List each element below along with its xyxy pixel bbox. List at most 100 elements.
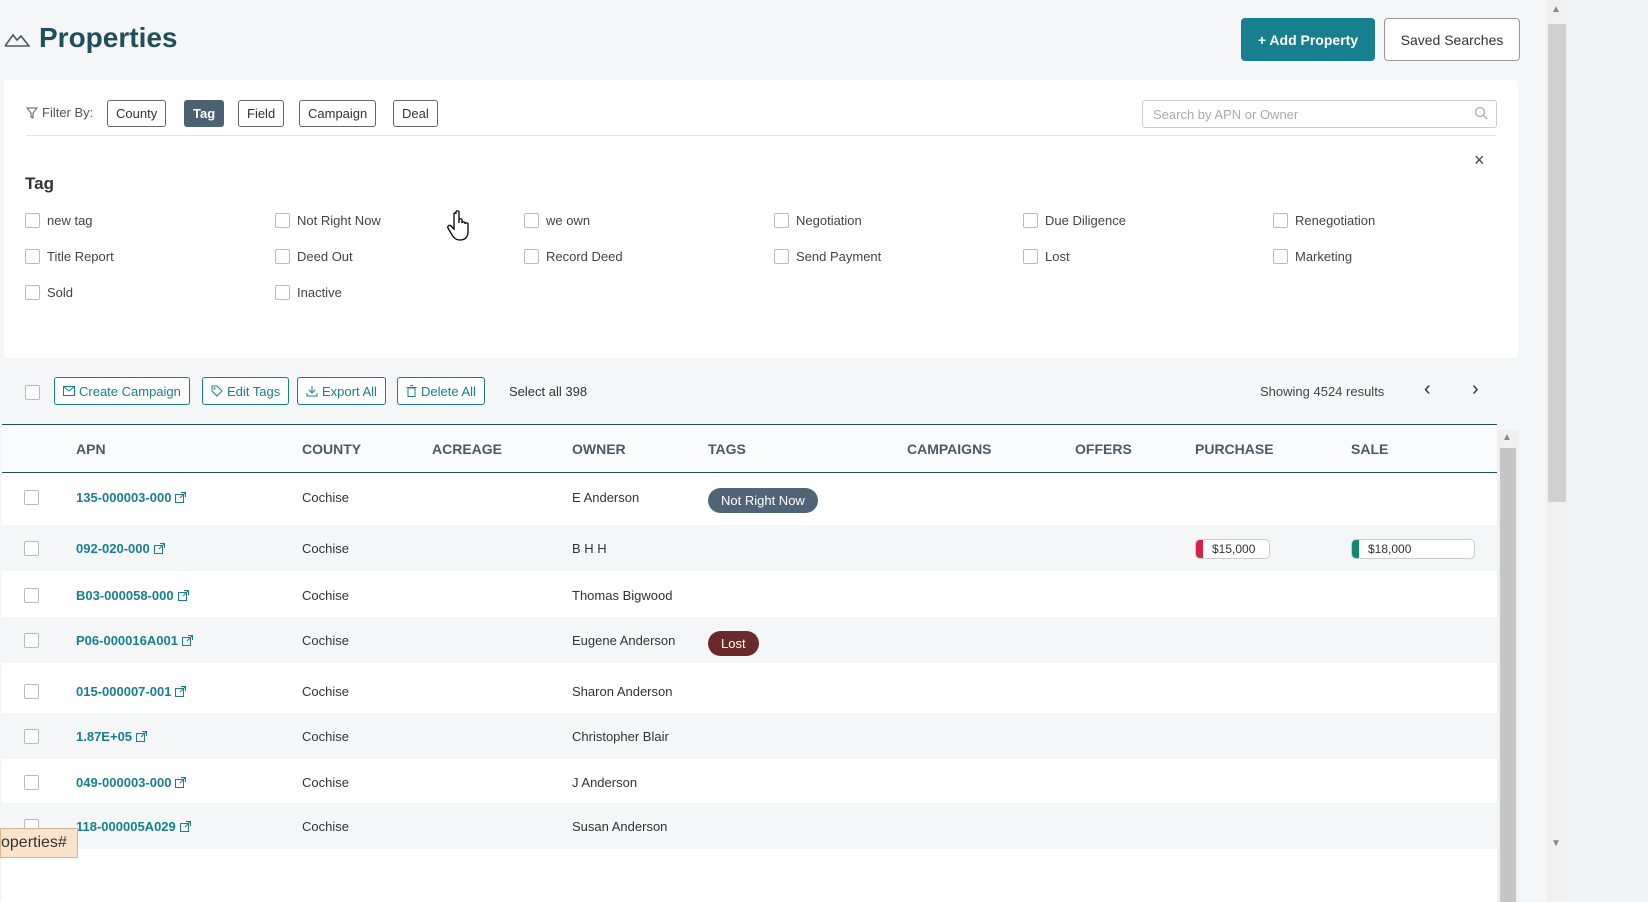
column-header-owner[interactable]: OWNER <box>572 441 626 457</box>
table-row[interactable]: B03-000058-000 Cochise Thomas Bigwood <box>2 572 1497 618</box>
delete-all-button[interactable]: Delete All <box>397 377 485 405</box>
select-all-checkbox[interactable] <box>25 385 40 400</box>
table-row[interactable]: 118-000005A029 Cochise Susan Anderson <box>2 803 1497 849</box>
row-checkbox[interactable] <box>24 588 39 603</box>
table-scrollbar[interactable]: ▲ <box>1497 430 1519 902</box>
apn-text: P06-000016A001 <box>76 633 178 648</box>
column-header-county[interactable]: COUNTY <box>302 441 361 457</box>
tag-option[interactable]: Lost <box>1023 249 1070 264</box>
column-header-apn[interactable]: APN <box>76 441 106 457</box>
checkbox[interactable] <box>1273 249 1288 264</box>
page-scroll-down-icon[interactable]: ▼ <box>1551 838 1561 849</box>
tag-option[interactable]: Marketing <box>1273 249 1352 264</box>
checkbox[interactable] <box>524 213 539 228</box>
filter-chip-tag[interactable]: Tag <box>184 100 225 127</box>
owner-cell: Thomas Bigwood <box>572 588 673 603</box>
apn-text: B03-000058-000 <box>76 588 174 603</box>
column-header-purchase[interactable]: PURCHASE <box>1195 441 1274 457</box>
select-all-link[interactable]: Select all 398 <box>509 384 587 399</box>
column-header-acreage[interactable]: ACREAGE <box>432 441 502 457</box>
table-row[interactable]: 015-000007-001 Cochise Sharon Anderson <box>2 668 1497 714</box>
checkbox[interactable] <box>25 213 40 228</box>
table-row[interactable]: P06-000016A001 Cochise Eugene Anderson L… <box>2 617 1497 663</box>
checkbox[interactable] <box>275 213 290 228</box>
edit-tags-button[interactable]: Edit Tags <box>202 377 290 405</box>
checkbox[interactable] <box>25 285 40 300</box>
checkbox[interactable] <box>1273 213 1288 228</box>
scroll-up-arrow-icon[interactable]: ▲ <box>1502 432 1512 443</box>
search-icon <box>1474 106 1488 120</box>
tag-badge[interactable]: Not Right Now <box>708 488 818 513</box>
tag-badge[interactable]: Lost <box>708 631 759 656</box>
table-row[interactable]: 135-000003-000 Cochise E Anderson Not Ri… <box>2 474 1497 520</box>
checkbox[interactable] <box>1023 249 1038 264</box>
tag-option[interactable]: Deed Out <box>275 249 353 264</box>
export-all-button[interactable]: Export All <box>297 377 386 405</box>
row-checkbox[interactable] <box>24 684 39 699</box>
filter-chip-campaign[interactable]: Campaign <box>299 100 377 127</box>
filter-chip-field[interactable]: Field <box>238 100 285 127</box>
apn-text: 015-000007-001 <box>76 684 172 699</box>
row-checkbox[interactable] <box>24 541 39 556</box>
checkbox[interactable] <box>524 249 539 264</box>
prev-page-icon[interactable]: ‹ <box>1424 378 1431 401</box>
apn-link[interactable]: 1.87E+05 <box>76 729 148 744</box>
table-row[interactable]: 092-020-000 Cochise B H H $15,000 $18,00… <box>2 525 1497 571</box>
column-header-sale[interactable]: SALE <box>1351 441 1388 457</box>
page-scroll-up-icon[interactable]: ▲ <box>1551 4 1561 15</box>
apn-text: 049-000003-000 <box>76 775 172 790</box>
tag-option[interactable]: Renegotiation <box>1273 213 1375 228</box>
purchase-price-field[interactable]: $15,000 <box>1195 539 1270 559</box>
apn-link[interactable]: 118-000005A029 <box>76 819 191 834</box>
county-cell: Cochise <box>302 684 349 699</box>
checkbox[interactable] <box>275 285 290 300</box>
saved-searches-button[interactable]: Saved Searches <box>1384 18 1520 61</box>
tag-option-label: Not Right Now <box>297 213 381 228</box>
apn-link[interactable]: 092-020-000 <box>76 541 165 556</box>
external-link-icon <box>175 686 187 697</box>
checkbox[interactable] <box>1023 213 1038 228</box>
add-property-button[interactable]: + Add Property <box>1241 18 1375 61</box>
apn-link[interactable]: B03-000058-000 <box>76 588 189 603</box>
filter-chip-deal[interactable]: Deal <box>393 100 438 127</box>
tag-option[interactable]: Inactive <box>275 285 342 300</box>
table-scroll-thumb[interactable] <box>1500 448 1516 902</box>
column-header-offers[interactable]: OFFERS <box>1075 441 1132 457</box>
tag-option[interactable]: new tag <box>25 213 93 228</box>
page-scrollbar[interactable]: ▲ ▼ <box>1546 0 1568 902</box>
create-campaign-button[interactable]: Create Campaign <box>54 377 190 405</box>
tag-option[interactable]: Title Report <box>25 249 114 264</box>
checkbox[interactable] <box>25 249 40 264</box>
tag-option[interactable]: we own <box>524 213 590 228</box>
tag-option[interactable]: Sold <box>25 285 73 300</box>
tag-icon <box>211 385 223 397</box>
apn-link[interactable]: 049-000003-000 <box>76 775 187 790</box>
sale-price-field[interactable]: $18,000 <box>1351 539 1475 559</box>
search-input[interactable] <box>1142 100 1497 128</box>
tag-option[interactable]: Record Deed <box>524 249 623 264</box>
checkbox[interactable] <box>774 213 789 228</box>
apn-link[interactable]: P06-000016A001 <box>76 633 193 648</box>
table-row[interactable]: 1.87E+05 Cochise Christopher Blair <box>2 713 1497 759</box>
tag-option[interactable]: Send Payment <box>774 249 881 264</box>
row-checkbox[interactable] <box>24 490 39 505</box>
trash-icon <box>406 385 417 397</box>
apn-link[interactable]: 015-000007-001 <box>76 684 187 699</box>
table-row[interactable]: 049-000003-000 Cochise J Anderson <box>2 759 1497 805</box>
row-checkbox[interactable] <box>24 775 39 790</box>
column-header-tags[interactable]: TAGS <box>708 441 746 457</box>
filter-chip-county[interactable]: County <box>107 100 167 127</box>
county-cell: Cochise <box>302 819 349 834</box>
column-header-campaigns[interactable]: CAMPAIGNS <box>907 441 992 457</box>
row-checkbox[interactable] <box>24 633 39 648</box>
row-checkbox[interactable] <box>24 729 39 744</box>
checkbox[interactable] <box>774 249 789 264</box>
checkbox[interactable] <box>275 249 290 264</box>
apn-link[interactable]: 135-000003-000 <box>76 490 187 505</box>
tag-option[interactable]: Due Diligence <box>1023 213 1126 228</box>
page-scroll-thumb[interactable] <box>1548 24 1566 502</box>
tag-option[interactable]: Negotiation <box>774 213 862 228</box>
tag-option[interactable]: Not Right Now <box>275 213 381 228</box>
next-page-icon[interactable]: › <box>1472 378 1479 401</box>
close-icon[interactable]: × <box>1474 150 1485 171</box>
